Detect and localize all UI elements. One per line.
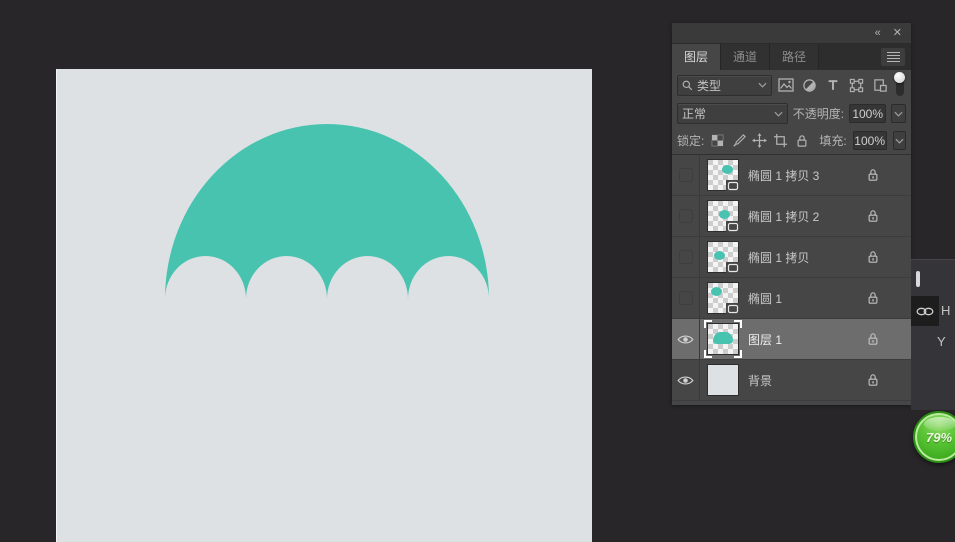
chevron-down-icon [894, 111, 903, 117]
adjustment-layer-filter-icon[interactable] [800, 76, 819, 95]
blend-mode-dropdown[interactable]: 正常 [677, 103, 788, 124]
progress-percentage: 79% [926, 430, 952, 445]
link-dimensions-button[interactable] [911, 296, 939, 326]
layer-filter-row: 类型 [672, 70, 911, 100]
layer-lock-icon [867, 373, 879, 387]
visibility-checkbox-empty [679, 291, 693, 305]
layer-lock-icon [867, 168, 879, 182]
visibility-toggle[interactable] [672, 155, 700, 195]
y-position-field-label: Y [937, 334, 946, 349]
height-field-label: H [941, 303, 950, 318]
visibility-checkbox-empty [679, 209, 693, 223]
visibility-toggle[interactable] [672, 360, 700, 400]
shape-badge-icon [726, 303, 740, 315]
layer-row[interactable]: 椭圆 1 拷贝 [672, 237, 911, 278]
layer-name: 椭圆 1 拷贝 [748, 249, 809, 266]
layer-name: 背景 [748, 372, 772, 389]
lock-position-icon[interactable] [752, 132, 767, 149]
panel-menu-button[interactable] [881, 48, 905, 66]
layer-name: 图层 1 [748, 331, 782, 348]
layers-panel: « ✕ 图层 通道 路径 类型 [672, 23, 911, 405]
pixel-layer-filter-icon[interactable] [777, 76, 796, 95]
eye-icon [677, 334, 694, 345]
layer-list: 椭圆 1 拷贝 3 椭圆 1 拷贝 2 椭圆 1 拷贝 [672, 155, 911, 401]
layer-lock-icon [867, 209, 879, 223]
shape-layer-filter-icon[interactable] [847, 76, 866, 95]
filter-type-label: 类型 [697, 77, 754, 94]
layer-thumbnail[interactable] [708, 283, 738, 313]
layer-name: 椭圆 1 拷贝 2 [748, 208, 819, 225]
link-dimensions-icon [916, 306, 934, 317]
layer-thumbnail[interactable] [708, 201, 738, 231]
type-layer-filter-icon[interactable] [824, 76, 843, 95]
visibility-toggle[interactable] [672, 319, 700, 359]
fill-dropdown-button[interactable] [893, 131, 906, 150]
layer-row[interactable]: 椭圆 1 拷贝 3 [672, 155, 911, 196]
umbrella-shape [57, 69, 592, 542]
layer-row[interactable]: 图层 1 [672, 319, 911, 360]
eye-icon [677, 375, 694, 386]
layer-thumbnail[interactable] [708, 242, 738, 272]
layer-thumbnail[interactable] [708, 324, 738, 354]
layer-lock-icon [867, 250, 879, 264]
layer-lock-icon [867, 291, 879, 305]
layer-name: 椭圆 1 拷贝 3 [748, 167, 819, 184]
tab-channels[interactable]: 通道 [721, 44, 770, 70]
blend-mode-value: 正常 [682, 105, 770, 122]
chevron-down-icon [774, 111, 783, 117]
smart-object-filter-icon[interactable] [871, 76, 890, 95]
shape-badge-icon [726, 221, 740, 233]
lock-transparent-pixels-icon[interactable] [710, 132, 725, 149]
menu-icon [887, 52, 900, 63]
thumbnail-shape-preview [719, 210, 730, 219]
photoshop-workspace: « ✕ 图层 通道 路径 类型 [0, 0, 955, 542]
filter-type-dropdown[interactable]: 类型 [677, 75, 772, 96]
thumbnail-shape-preview [711, 287, 722, 296]
layer-thumbnail[interactable] [708, 160, 738, 190]
lock-label: 锁定: [677, 132, 704, 149]
visibility-checkbox-empty [679, 168, 693, 182]
lock-image-pixels-icon[interactable] [731, 132, 746, 149]
opacity-label: 不透明度: [793, 105, 844, 122]
layer-row[interactable]: 椭圆 1 [672, 278, 911, 319]
visibility-toggle[interactable] [672, 278, 700, 318]
lock-row: 锁定: 填充: 100% [672, 127, 911, 155]
opacity-value[interactable]: 100% [849, 104, 886, 123]
fill-value[interactable]: 100% [853, 131, 887, 150]
progress-badge[interactable]: 79% [913, 411, 955, 463]
panel-tab-bar: 图层 通道 路径 [672, 44, 911, 70]
thumbnail-shape-preview [714, 251, 725, 260]
layer-name: 椭圆 1 [748, 290, 782, 307]
visibility-toggle[interactable] [672, 196, 700, 236]
shape-badge-icon [726, 262, 740, 274]
chevron-down-icon [895, 138, 904, 144]
search-icon [682, 80, 693, 91]
tab-layers[interactable]: 图层 [672, 44, 721, 70]
layer-filter-toggle[interactable] [894, 72, 906, 98]
layer-row[interactable]: 椭圆 1 拷贝 2 [672, 196, 911, 237]
panel-header-bar: « ✕ [672, 23, 911, 44]
blend-mode-row: 正常 不透明度: 100% [672, 100, 911, 127]
layer-thumbnail[interactable] [708, 365, 738, 395]
lock-all-icon[interactable] [794, 132, 809, 149]
selected-thumbnail-brackets [704, 320, 742, 358]
thumbnail-shape-preview [722, 165, 733, 174]
panel-scrollbar-thumb[interactable] [916, 271, 920, 287]
close-panel-icon[interactable]: ✕ [893, 28, 902, 39]
collapse-panel-icon[interactable]: « [875, 28, 881, 39]
fill-label: 填充: [819, 132, 846, 149]
lock-artboard-icon[interactable] [773, 132, 788, 149]
opacity-dropdown-button[interactable] [891, 104, 906, 123]
shape-badge-icon [726, 180, 740, 192]
tab-paths[interactable]: 路径 [770, 44, 819, 70]
canvas-document[interactable] [57, 69, 592, 542]
visibility-checkbox-empty [679, 250, 693, 264]
layer-row[interactable]: 背景 [672, 360, 911, 401]
visibility-toggle[interactable] [672, 237, 700, 277]
layer-lock-icon [867, 332, 879, 346]
chevron-down-icon [758, 82, 767, 88]
